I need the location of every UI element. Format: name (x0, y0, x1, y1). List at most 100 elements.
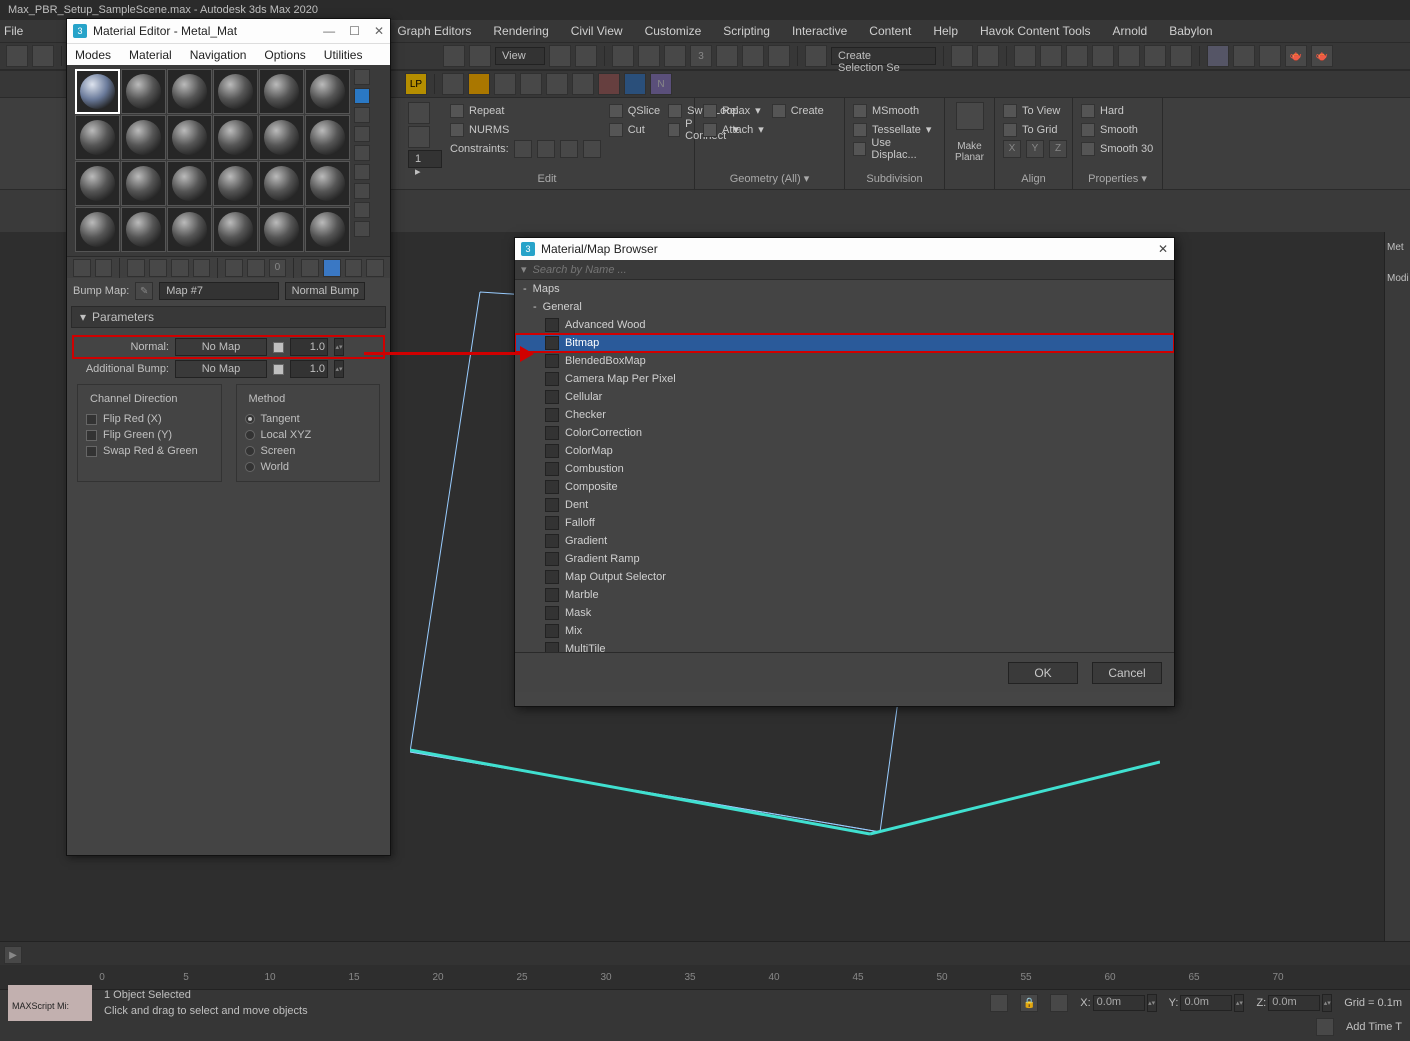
map-item[interactable]: Falloff (515, 514, 1174, 532)
sample-slot[interactable] (75, 161, 120, 206)
sample-slot[interactable] (75, 207, 120, 252)
sample-slot[interactable] (259, 115, 304, 160)
coord-y-spinner[interactable]: ▴▾ (1234, 994, 1244, 1012)
cancel-button[interactable]: Cancel (1092, 662, 1162, 684)
maximize-icon[interactable]: ☐ (349, 24, 360, 38)
additional-bump-enable-checkbox[interactable] (273, 364, 284, 375)
search-input[interactable] (533, 264, 1168, 276)
teapot-icon[interactable]: 🫖 (1285, 45, 1307, 67)
populate-icon[interactable] (546, 73, 568, 95)
undo-icon[interactable] (6, 45, 28, 67)
maxscript-listener[interactable]: MAXScript Mi: (8, 985, 92, 1021)
render-icon[interactable] (1207, 45, 1229, 67)
me-menu-options[interactable]: Options (264, 48, 305, 62)
normal-amount-spinner[interactable]: 1.0 (290, 338, 328, 356)
map-item[interactable]: Dent (515, 496, 1174, 514)
menu-customize[interactable]: Customize (645, 24, 702, 38)
tessellate-button[interactable]: Tessellate ▾ (853, 121, 936, 138)
menu-scripting[interactable]: Scripting (723, 24, 770, 38)
me-menu-utilities[interactable]: Utilities (324, 48, 363, 62)
n-icon[interactable]: N (650, 73, 672, 95)
time-config-icon[interactable] (1316, 1018, 1334, 1036)
go-sibling-icon[interactable] (366, 259, 384, 277)
sample-slot[interactable] (259, 161, 304, 206)
sample-slot[interactable] (305, 69, 350, 114)
scale-icon[interactable] (638, 45, 660, 67)
menu-babylon[interactable]: Babylon (1169, 24, 1212, 38)
usedisplac-button[interactable]: Use Displac... (853, 140, 936, 157)
motion-icon[interactable] (494, 73, 516, 95)
swap-rg-checkbox[interactable] (86, 446, 97, 457)
normal-map-button[interactable]: No Map (175, 338, 267, 356)
togrid-button[interactable]: To Grid (1003, 121, 1067, 138)
percentsnap-icon[interactable] (742, 45, 764, 67)
get-material-icon[interactable] (73, 259, 91, 277)
abs-rel-icon[interactable] (1050, 994, 1068, 1012)
constraint-edge-icon[interactable] (537, 140, 555, 158)
video-color-icon[interactable] (354, 145, 370, 161)
close-icon[interactable]: ✕ (374, 24, 384, 38)
cut-button[interactable]: Cut (609, 121, 660, 138)
map-item[interactable]: Map Output Selector (515, 568, 1174, 586)
menu-graph-editors[interactable]: Graph Editors (397, 24, 471, 38)
additional-bump-spinner-buttons[interactable]: ▴▾ (334, 360, 344, 378)
massfx-icon[interactable] (468, 73, 490, 95)
time-ruler[interactable]: 0510152025303540455055606570 (0, 965, 1410, 989)
localxyz-radio[interactable] (245, 430, 255, 440)
screen-radio[interactable] (245, 446, 255, 456)
axis-z-button[interactable]: Z (1049, 140, 1067, 158)
redo-icon[interactable] (32, 45, 54, 67)
make-preview-icon[interactable] (354, 164, 370, 180)
attach-button[interactable]: Attach ▾ (703, 121, 764, 138)
tree-cat-general[interactable]: - General (515, 298, 1174, 316)
coord-z-spinner[interactable]: ▴▾ (1322, 994, 1332, 1012)
select-icon[interactable] (549, 45, 571, 67)
anglesnap-icon[interactable] (716, 45, 738, 67)
sample-slot[interactable] (121, 69, 166, 114)
map-item[interactable]: Mask (515, 604, 1174, 622)
mateditor-icon[interactable] (1118, 45, 1140, 67)
time-play-icon[interactable]: ▶ (4, 946, 22, 964)
map-item[interactable]: Gradient (515, 532, 1174, 550)
axis-x-button[interactable]: X (1003, 140, 1021, 158)
msmooth-button[interactable]: MSmooth (853, 102, 936, 119)
toggle-ribbon-icon[interactable] (1040, 45, 1062, 67)
curve-editor-icon[interactable] (1066, 45, 1088, 67)
background-icon[interactable] (354, 107, 370, 123)
isolate-icon[interactable] (990, 994, 1008, 1012)
menu-havok[interactable]: Havok Content Tools (980, 24, 1091, 38)
map-item[interactable]: ColorMap (515, 442, 1174, 460)
hard-button[interactable]: Hard (1081, 102, 1153, 119)
coord-y-input[interactable]: 0.0m (1180, 995, 1232, 1011)
constraint-face-icon[interactable] (560, 140, 578, 158)
show-end-result-icon[interactable] (323, 259, 341, 277)
ribbon-icon-2[interactable] (408, 126, 430, 148)
sample-slot[interactable] (75, 69, 120, 114)
material-editor-titlebar[interactable]: 3Material Editor - Metal_Mat ― ☐ ✕ (67, 19, 390, 43)
a360-icon[interactable] (1233, 45, 1255, 67)
sample-slot[interactable] (213, 115, 258, 160)
sample-slot[interactable] (305, 161, 350, 206)
layers-icon[interactable] (1014, 45, 1036, 67)
backlight-icon[interactable] (354, 88, 370, 104)
schematic-icon[interactable] (1092, 45, 1114, 67)
map-item[interactable]: BlendedBoxMap (515, 352, 1174, 370)
sample-type-icon[interactable] (354, 69, 370, 85)
me-menu-modes[interactable]: Modes (75, 48, 111, 62)
minimize-icon[interactable]: ― (323, 24, 335, 38)
coord-x-spinner[interactable]: ▴▾ (1147, 994, 1157, 1012)
menu-file[interactable]: File (4, 24, 23, 38)
make-mat-copy-icon[interactable] (193, 259, 211, 277)
particle-view-icon[interactable] (442, 73, 464, 95)
smooth-button[interactable]: Smooth (1081, 121, 1153, 138)
normal-bump-type-button[interactable]: Normal Bump (285, 282, 365, 300)
mb-close-icon[interactable]: ✕ (1158, 242, 1168, 256)
smooth30-button[interactable]: Smooth 30 (1081, 140, 1153, 157)
go-parent-icon[interactable] (345, 259, 363, 277)
preview-loop-icon[interactable] (408, 102, 430, 124)
map-item[interactable]: Bitmap (515, 334, 1174, 352)
qslice-button[interactable]: QSlice (609, 102, 660, 119)
menu-arnold[interactable]: Arnold (1113, 24, 1148, 38)
sample-slot[interactable] (121, 207, 166, 252)
render-setup-icon[interactable] (1144, 45, 1166, 67)
